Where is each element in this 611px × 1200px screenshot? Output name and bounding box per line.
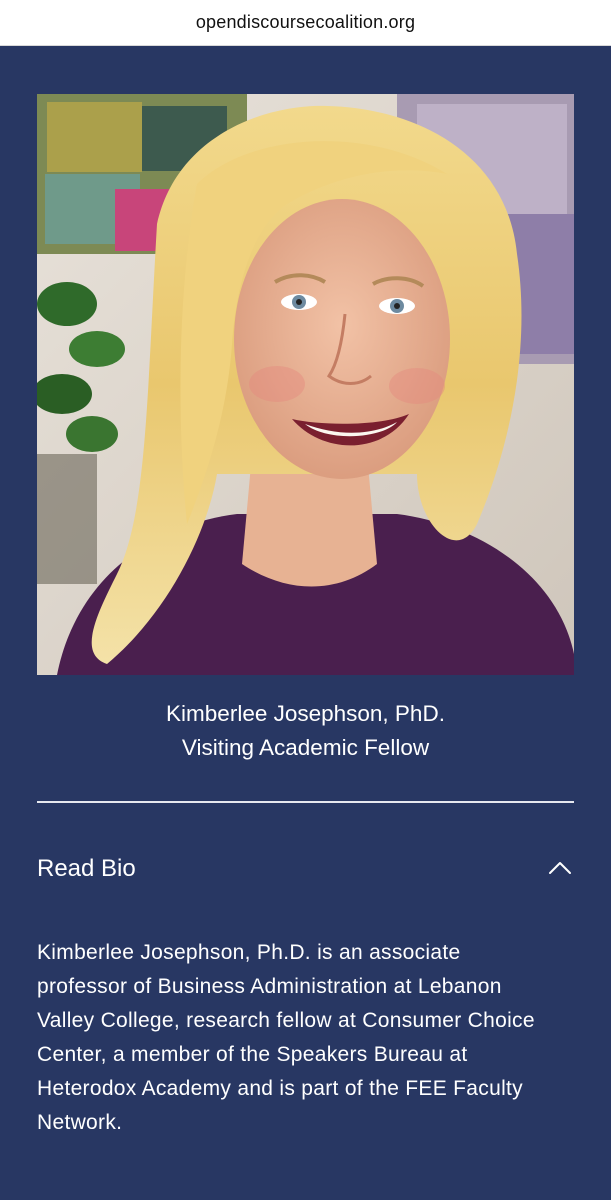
bio-paragraph: Kimberlee Josephson, Ph.D. is an associa… bbox=[37, 941, 535, 1134]
read-bio-label: Read Bio bbox=[37, 855, 136, 882]
profile-role: Visiting Academic Fellow bbox=[181, 735, 430, 760]
profile-photo bbox=[37, 94, 574, 675]
profile-section: Kimberlee Josephson, PhD. Visiting Acade… bbox=[0, 46, 611, 1200]
url-text[interactable]: opendiscoursecoalition.org bbox=[0, 12, 611, 33]
profile-caption: Kimberlee Josephson, PhD. Visiting Acade… bbox=[0, 697, 611, 765]
browser-url-bar[interactable]: opendiscoursecoalition.org bbox=[0, 0, 611, 46]
section-divider bbox=[37, 801, 574, 803]
read-bio-toggle[interactable]: Read Bio bbox=[37, 846, 574, 896]
profile-name: Kimberlee Josephson, PhD. bbox=[166, 701, 445, 726]
chevron-up-icon[interactable] bbox=[548, 858, 572, 878]
